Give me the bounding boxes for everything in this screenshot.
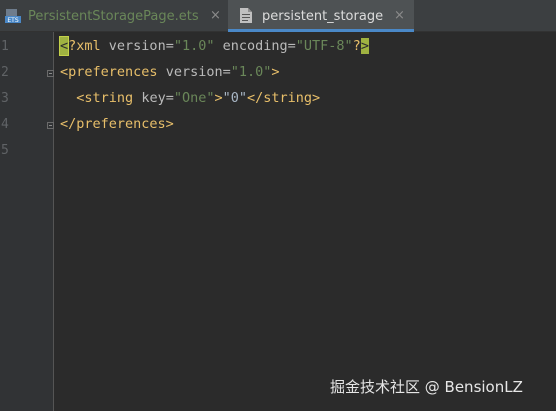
matched-bracket-close: > (360, 38, 369, 54)
line-number: 1 (1, 39, 9, 54)
matched-bracket-open: < (58, 36, 70, 56)
line-number-gutter: 1 2 3 4 5 (0, 32, 54, 411)
xml-attribute-value: "UTF-8" (295, 38, 353, 54)
line-number: 2 (1, 65, 9, 80)
tab-close-icon[interactable]: × (394, 8, 405, 23)
xml-attribute-value: "1.0" (230, 64, 272, 80)
xml-attribute-value: "1.0" (173, 38, 215, 54)
ets-file-icon: ETS (5, 9, 21, 24)
tab-persistent-storage[interactable]: persistent_storage × (228, 0, 414, 32)
xml-attribute: version= (108, 38, 174, 54)
xml-tag-close: </preferences> (60, 116, 174, 132)
xml-declaration-end: ? (352, 38, 361, 54)
line-number: 5 (1, 143, 9, 158)
xml-tag-close: </string> (247, 90, 321, 106)
tab-close-icon[interactable]: × (210, 8, 221, 23)
code-line-2: <preferences version="1.0"> (60, 63, 280, 81)
code-editor[interactable]: <?xml version="1.0" encoding="UTF-8"?> <… (54, 32, 556, 411)
line-number: 3 (1, 91, 9, 106)
tab-persistent-storage-page[interactable]: ETS PersistentStoragePage.ets × (0, 0, 228, 32)
xml-attribute-value: "One" (173, 90, 215, 106)
code-line-4: </preferences> (60, 115, 174, 133)
line-number: 4 (1, 117, 9, 132)
xml-tag-bracket: > (214, 90, 223, 106)
xml-tag-open: <string (76, 90, 134, 106)
xml-tag-bracket: > (271, 64, 280, 80)
code-line-3: <string key="One">"0"</string> (60, 89, 320, 107)
watermark: 掘金技术社区 @ BensionLZ (330, 378, 523, 396)
xml-file-icon (240, 8, 252, 23)
tab-label: PersistentStoragePage.ets (28, 9, 199, 24)
code-line-1: <?xml version="1.0" encoding="UTF-8"?> (58, 36, 369, 56)
tab-label: persistent_storage (262, 9, 384, 24)
xml-declaration-name: ?xml (68, 38, 101, 54)
xml-attribute: version= (165, 64, 231, 80)
svg-text:ETS: ETS (7, 17, 18, 24)
xml-text-content: "0" (222, 90, 247, 106)
editor-tab-bar: ETS PersistentStoragePage.ets × persiste… (0, 0, 556, 32)
xml-tag-open: <preferences (60, 64, 158, 80)
fold-open-icon[interactable] (47, 70, 54, 77)
fold-close-icon[interactable] (47, 122, 54, 129)
xml-attribute: key= (141, 90, 174, 106)
xml-attribute: encoding= (222, 38, 296, 54)
